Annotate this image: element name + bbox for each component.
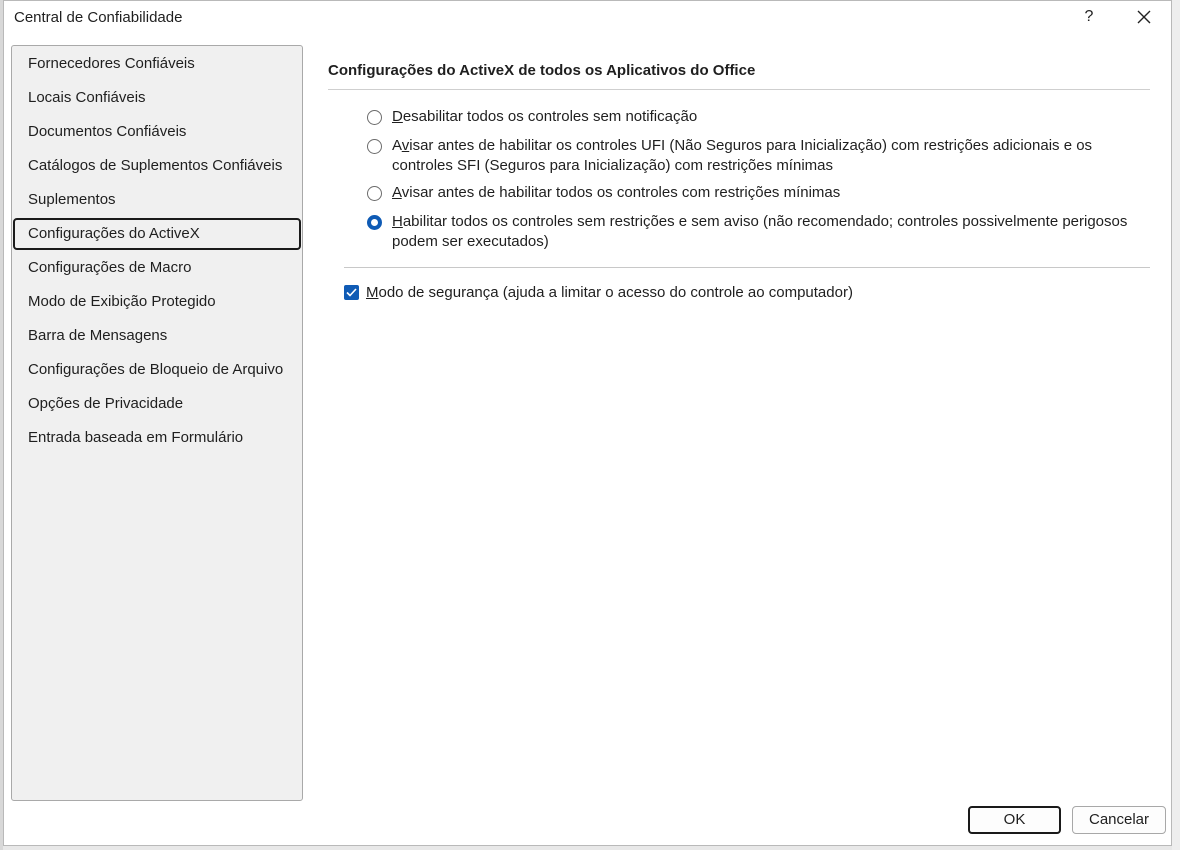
radio-button[interactable]	[367, 186, 382, 201]
radio-label: Avisar antes de habilitar todos os contr…	[392, 184, 841, 201]
radio-enable-all[interactable]: Habilitar todos os controles sem restriç…	[367, 213, 1157, 254]
ok-button[interactable]: OK	[968, 806, 1061, 834]
sidebar-item-message-bar[interactable]: Barra de Mensagens	[13, 320, 301, 352]
section-divider	[328, 89, 1150, 90]
radio-prompt-ufi-sfi[interactable]: Avisar antes de habilitar os controles U…	[367, 137, 1157, 178]
help-button[interactable]: ?	[1074, 3, 1104, 31]
radio-button-selected[interactable]	[367, 215, 382, 230]
sidebar-item-activex-settings[interactable]: Configurações do ActiveX	[13, 218, 301, 250]
sidebar: Fornecedores Confiáveis Locais Confiávei…	[11, 45, 303, 801]
sidebar-item-privacy-options[interactable]: Opções de Privacidade	[13, 388, 301, 420]
safe-mode-checkbox[interactable]	[344, 285, 359, 300]
cancel-button[interactable]: Cancelar	[1072, 806, 1166, 834]
radio-button[interactable]	[367, 110, 382, 125]
radio-disable-all[interactable]: Desabilitar todos os controles sem notif…	[367, 108, 1157, 129]
sidebar-item-trusted-publishers[interactable]: Fornecedores Confiáveis	[13, 48, 301, 80]
sidebar-item-file-block-settings[interactable]: Configurações de Bloqueio de Arquivo	[13, 354, 301, 386]
sidebar-item-trusted-documents[interactable]: Documentos Confiáveis	[13, 116, 301, 148]
radio-button[interactable]	[367, 139, 382, 154]
checkmark-icon	[346, 288, 357, 297]
background-window-strip-right	[1172, 0, 1180, 850]
radio-label: Avisar antes de habilitar os controles U…	[392, 137, 1093, 174]
close-button[interactable]	[1127, 3, 1161, 31]
sidebar-item-trusted-addin-catalogs[interactable]: Catálogos de Suplementos Confiáveis	[13, 150, 301, 182]
sidebar-item-macro-settings[interactable]: Configurações de Macro	[13, 252, 301, 284]
options-divider	[344, 267, 1150, 268]
dialog-title: Central de Confiabilidade	[14, 9, 183, 26]
close-icon	[1137, 10, 1151, 24]
sidebar-item-protected-view[interactable]: Modo de Exibição Protegido	[13, 286, 301, 318]
section-title: Configurações do ActiveX de todos os Apl…	[328, 62, 756, 79]
radio-label: Habilitar todos os controles sem restriç…	[392, 213, 1128, 250]
sidebar-item-form-based-signin[interactable]: Entrada baseada em Formulário	[13, 422, 301, 454]
trust-center-dialog: Central de Confiabilidade ? Fornecedores…	[3, 0, 1172, 846]
radio-prompt-all-minimal[interactable]: Avisar antes de habilitar todos os contr…	[367, 184, 1157, 205]
radio-label: Desabilitar todos os controles sem notif…	[392, 108, 698, 125]
safe-mode-label: Modo de segurança (ajuda a limitar o ace…	[366, 284, 853, 301]
sidebar-item-trusted-locations[interactable]: Locais Confiáveis	[13, 82, 301, 114]
sidebar-item-addins[interactable]: Suplementos	[13, 184, 301, 216]
